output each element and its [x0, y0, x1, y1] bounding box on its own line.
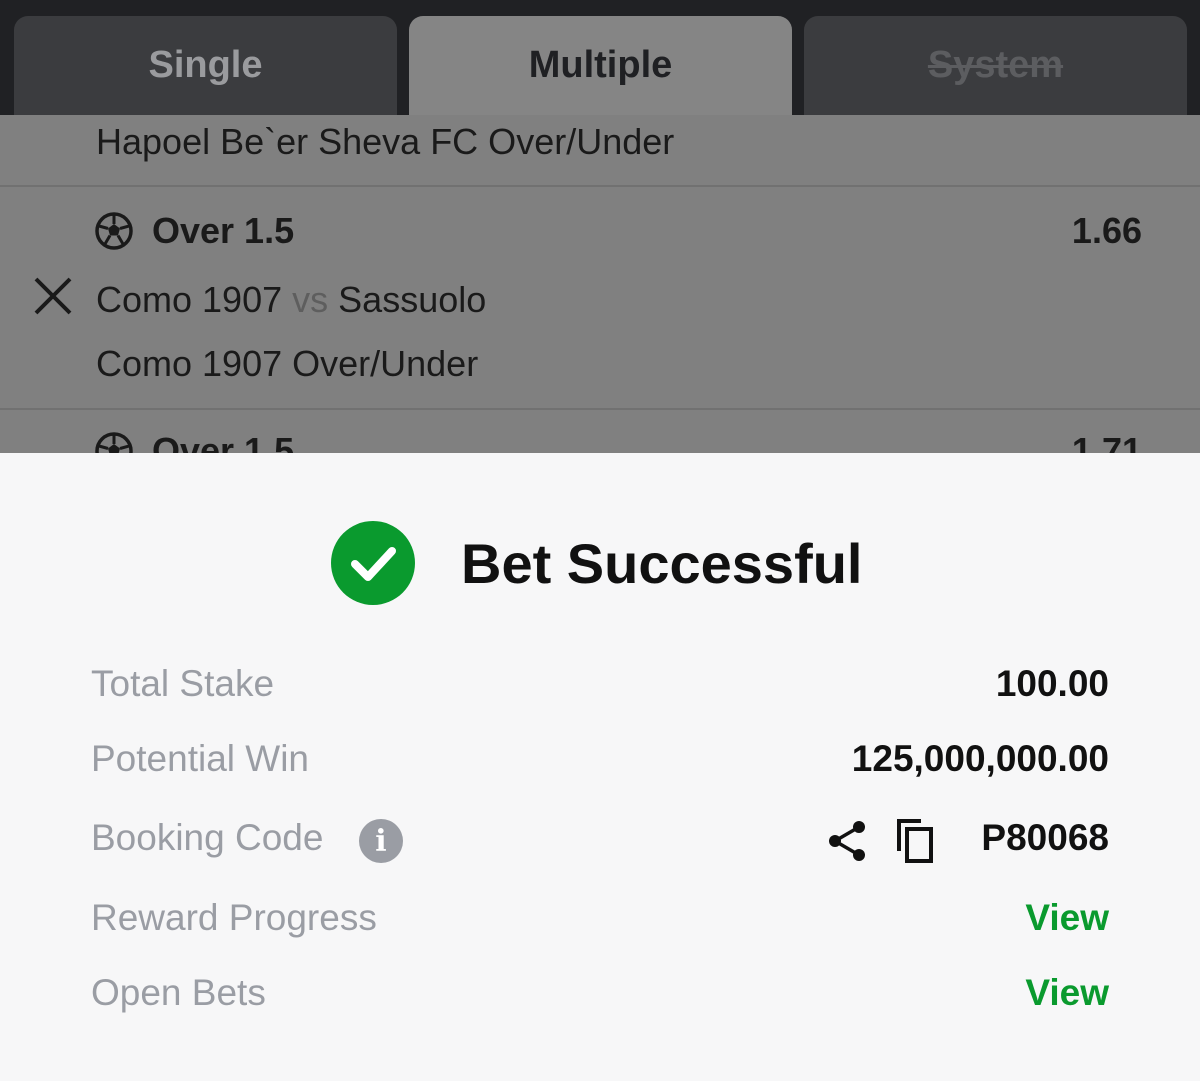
soccer-ball-icon	[95, 212, 133, 250]
selection-market: Hapoel Be`er Sheva FC Over/Under	[96, 121, 675, 162]
close-icon[interactable]	[32, 275, 74, 317]
home-team: Como 1907	[96, 279, 283, 320]
versus-label: vs	[292, 279, 329, 320]
total-stake-row: Total Stake 100.00	[91, 663, 1109, 713]
potential-win-value: 125,000,000.00	[851, 738, 1109, 779]
divider	[0, 185, 1200, 187]
away-team: Sassuolo	[338, 279, 487, 320]
tab-single[interactable]: Single	[14, 16, 397, 115]
selection-name: Over 1.5	[152, 430, 295, 453]
tab-multiple[interactable]: Multiple	[409, 16, 792, 115]
reward-progress-label: Reward Progress	[91, 897, 377, 938]
booking-code-row: Booking Code i P80068	[91, 817, 1109, 867]
open-bets-label: Open Bets	[91, 972, 266, 1013]
soccer-ball-icon	[95, 432, 133, 453]
total-stake-value: 100.00	[995, 663, 1109, 704]
reward-progress-row: Reward Progress View	[91, 897, 1109, 947]
success-header: Bet Successful	[0, 519, 1200, 609]
betslip-background: Single Multiple System Hapoel Be`er Shev…	[0, 0, 1200, 453]
potential-win-row: Potential Win 125,000,000.00	[91, 738, 1109, 788]
selection-event: Como 1907 vs Sassuolo	[96, 279, 486, 321]
selection-market: Como 1907 Over/Under	[96, 343, 479, 384]
info-icon[interactable]: i	[359, 819, 403, 863]
open-bets-row: Open Bets View	[91, 972, 1109, 1022]
selection-odds: 1.66	[1071, 210, 1142, 251]
selection-odds: 1.71	[1071, 430, 1142, 453]
open-bets-view-link[interactable]: View	[1025, 972, 1109, 1014]
booking-code-label: Booking Code	[91, 817, 324, 858]
selection-name: Over 1.5	[152, 210, 295, 251]
reward-progress-view-link[interactable]: View	[1025, 897, 1109, 939]
potential-win-label: Potential Win	[91, 738, 309, 779]
copy-icon[interactable]	[893, 817, 935, 865]
share-icon[interactable]	[825, 819, 869, 863]
booking-code-value[interactable]: P80068	[981, 817, 1109, 859]
total-stake-label: Total Stake	[91, 663, 275, 704]
check-circle-icon	[331, 521, 415, 605]
divider	[0, 408, 1200, 410]
tab-system[interactable]: System	[804, 16, 1187, 115]
bet-success-sheet: Bet Successful Total Stake 100.00 Potent…	[0, 453, 1200, 1081]
bet-type-tabs: Single Multiple System	[0, 0, 1200, 115]
success-title: Bet Successful	[461, 532, 863, 595]
